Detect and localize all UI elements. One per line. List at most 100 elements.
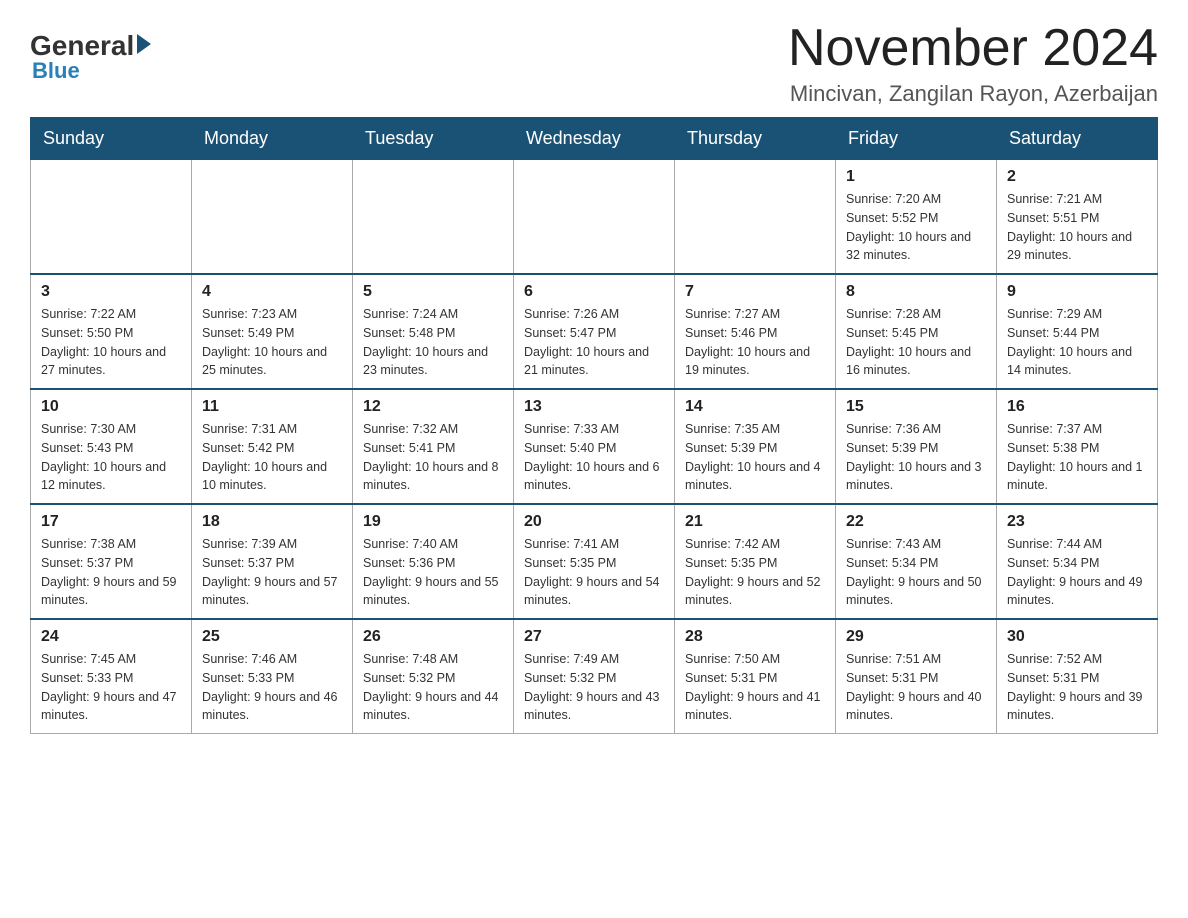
calendar-cell xyxy=(31,160,192,275)
day-info: Sunrise: 7:51 AMSunset: 5:31 PMDaylight:… xyxy=(846,650,986,725)
day-info: Sunrise: 7:38 AMSunset: 5:37 PMDaylight:… xyxy=(41,535,181,610)
col-sunday: Sunday xyxy=(31,118,192,160)
day-info: Sunrise: 7:29 AMSunset: 5:44 PMDaylight:… xyxy=(1007,305,1147,380)
calendar-cell: 16Sunrise: 7:37 AMSunset: 5:38 PMDayligh… xyxy=(997,389,1158,504)
day-number: 24 xyxy=(41,628,181,646)
logo-blue: Blue xyxy=(32,58,80,84)
month-title: November 2024 xyxy=(788,20,1158,77)
day-number: 20 xyxy=(524,513,664,531)
calendar-cell: 17 Sunrise: 7:38 AMSunset: 5:37 PMDayligh… xyxy=(31,504,192,619)
calendar-cell: 14 Sunrise: 7:35 AMSunset: 5:39 PMDayligh… xyxy=(675,389,836,504)
calendar-cell xyxy=(675,160,836,275)
day-info: Sunrise: 7:20 AMSunset: 5:52 PMDaylight:… xyxy=(846,190,986,265)
day-info: Sunrise: 7:36 AMSunset: 5:39 PMDaylight:… xyxy=(846,420,986,495)
day-number: 28 xyxy=(685,628,825,646)
day-number: 16 xyxy=(1007,398,1147,416)
calendar-cell: 21 Sunrise: 7:42 AMSunset: 5:35 PMDayligh… xyxy=(675,504,836,619)
day-info: Sunrise: 7:40 AMSunset: 5:36 PMDaylight:… xyxy=(363,535,503,610)
day-number: 23 xyxy=(1007,513,1147,531)
calendar-cell: 4 Sunrise: 7:23 AMSunset: 5:49 PMDaylight… xyxy=(192,274,353,389)
day-number: 13 xyxy=(524,398,664,416)
day-info: Sunrise: 7:26 AMSunset: 5:47 PMDaylight:… xyxy=(524,305,664,380)
day-info: Sunrise: 7:33 AMSunset: 5:40 PMDaylight:… xyxy=(524,420,664,495)
calendar-cell: 1 Sunrise: 7:20 AMSunset: 5:52 PMDaylight… xyxy=(836,160,997,275)
day-number: 6 xyxy=(524,283,664,301)
location-title: Mincivan, Zangilan Rayon, Azerbaijan xyxy=(788,81,1158,107)
col-friday: Friday xyxy=(836,118,997,160)
day-info: Sunrise: 7:46 AMSunset: 5:33 PMDaylight:… xyxy=(202,650,342,725)
day-number: 8 xyxy=(846,283,986,301)
calendar-cell: 28Sunrise: 7:50 AMSunset: 5:31 PMDayligh… xyxy=(675,619,836,734)
calendar-cell: 26 Sunrise: 7:48 AMSunset: 5:32 PMDayligh… xyxy=(353,619,514,734)
calendar-table: Sunday Monday Tuesday Wednesday Thursday… xyxy=(30,117,1158,734)
col-wednesday: Wednesday xyxy=(514,118,675,160)
calendar-cell: 20 Sunrise: 7:41 AMSunset: 5:35 PMDayligh… xyxy=(514,504,675,619)
calendar-cell xyxy=(514,160,675,275)
calendar-cell xyxy=(192,160,353,275)
day-number: 7 xyxy=(685,283,825,301)
day-number: 11 xyxy=(202,398,342,416)
calendar-week-row: 24 Sunrise: 7:45 AMSunset: 5:33 PMDayligh… xyxy=(31,619,1158,734)
day-number: 22 xyxy=(846,513,986,531)
day-info: Sunrise: 7:48 AMSunset: 5:32 PMDaylight:… xyxy=(363,650,503,725)
day-info: Sunrise: 7:31 AMSunset: 5:42 PMDaylight:… xyxy=(202,420,342,495)
calendar-cell: 9 Sunrise: 7:29 AMSunset: 5:44 PMDaylight… xyxy=(997,274,1158,389)
calendar-cell: 2Sunrise: 7:21 AMSunset: 5:51 PMDaylight… xyxy=(997,160,1158,275)
weekday-header-row: Sunday Monday Tuesday Wednesday Thursday… xyxy=(31,118,1158,160)
calendar-cell: 8 Sunrise: 7:28 AMSunset: 5:45 PMDaylight… xyxy=(836,274,997,389)
logo-arrow-icon xyxy=(137,34,151,54)
day-number: 9 xyxy=(1007,283,1147,301)
day-number: 21 xyxy=(685,513,825,531)
day-info: Sunrise: 7:42 AMSunset: 5:35 PMDaylight:… xyxy=(685,535,825,610)
day-info: Sunrise: 7:28 AMSunset: 5:45 PMDaylight:… xyxy=(846,305,986,380)
day-info: Sunrise: 7:32 AMSunset: 5:41 PMDaylight:… xyxy=(363,420,503,495)
calendar-cell: 11 Sunrise: 7:31 AMSunset: 5:42 PMDayligh… xyxy=(192,389,353,504)
day-info: Sunrise: 7:27 AMSunset: 5:46 PMDaylight:… xyxy=(685,305,825,380)
day-info: Sunrise: 7:43 AMSunset: 5:34 PMDaylight:… xyxy=(846,535,986,610)
day-info: Sunrise: 7:22 AMSunset: 5:50 PMDaylight:… xyxy=(41,305,181,380)
calendar-cell: 3Sunrise: 7:22 AMSunset: 5:50 PMDaylight… xyxy=(31,274,192,389)
logo: General Blue xyxy=(30,20,151,84)
day-number: 10 xyxy=(41,398,181,416)
col-tuesday: Tuesday xyxy=(353,118,514,160)
day-number: 14 xyxy=(685,398,825,416)
col-saturday: Saturday xyxy=(997,118,1158,160)
day-info: Sunrise: 7:39 AMSunset: 5:37 PMDaylight:… xyxy=(202,535,342,610)
day-info: Sunrise: 7:35 AMSunset: 5:39 PMDaylight:… xyxy=(685,420,825,495)
day-number: 1 xyxy=(846,168,986,186)
day-number: 19 xyxy=(363,513,503,531)
calendar-week-row: 3Sunrise: 7:22 AMSunset: 5:50 PMDaylight… xyxy=(31,274,1158,389)
day-info: Sunrise: 7:30 AMSunset: 5:43 PMDaylight:… xyxy=(41,420,181,495)
calendar-cell: 12Sunrise: 7:32 AMSunset: 5:41 PMDayligh… xyxy=(353,389,514,504)
day-number: 17 xyxy=(41,513,181,531)
calendar-cell: 18 Sunrise: 7:39 AMSunset: 5:37 PMDayligh… xyxy=(192,504,353,619)
day-number: 2 xyxy=(1007,168,1147,186)
calendar-cell: 13 Sunrise: 7:33 AMSunset: 5:40 PMDayligh… xyxy=(514,389,675,504)
calendar-cell: 27Sunrise: 7:49 AMSunset: 5:32 PMDayligh… xyxy=(514,619,675,734)
day-info: Sunrise: 7:44 AMSunset: 5:34 PMDaylight:… xyxy=(1007,535,1147,610)
calendar-cell: 30Sunrise: 7:52 AMSunset: 5:31 PMDayligh… xyxy=(997,619,1158,734)
col-thursday: Thursday xyxy=(675,118,836,160)
calendar-week-row: 10 Sunrise: 7:30 AMSunset: 5:43 PMDayligh… xyxy=(31,389,1158,504)
day-number: 5 xyxy=(363,283,503,301)
day-number: 18 xyxy=(202,513,342,531)
calendar-cell: 19 Sunrise: 7:40 AMSunset: 5:36 PMDayligh… xyxy=(353,504,514,619)
day-info: Sunrise: 7:41 AMSunset: 5:35 PMDaylight:… xyxy=(524,535,664,610)
calendar-cell: 6 Sunrise: 7:26 AMSunset: 5:47 PMDaylight… xyxy=(514,274,675,389)
calendar-cell: 29 Sunrise: 7:51 AMSunset: 5:31 PMDayligh… xyxy=(836,619,997,734)
day-number: 15 xyxy=(846,398,986,416)
calendar-cell: 15 Sunrise: 7:36 AMSunset: 5:39 PMDayligh… xyxy=(836,389,997,504)
calendar-cell: 5 Sunrise: 7:24 AMSunset: 5:48 PMDaylight… xyxy=(353,274,514,389)
day-number: 26 xyxy=(363,628,503,646)
day-info: Sunrise: 7:52 AMSunset: 5:31 PMDaylight:… xyxy=(1007,650,1147,725)
calendar-cell: 22 Sunrise: 7:43 AMSunset: 5:34 PMDayligh… xyxy=(836,504,997,619)
day-info: Sunrise: 7:24 AMSunset: 5:48 PMDaylight:… xyxy=(363,305,503,380)
calendar-cell: 10 Sunrise: 7:30 AMSunset: 5:43 PMDayligh… xyxy=(31,389,192,504)
day-info: Sunrise: 7:49 AMSunset: 5:32 PMDaylight:… xyxy=(524,650,664,725)
calendar-cell xyxy=(353,160,514,275)
day-number: 29 xyxy=(846,628,986,646)
calendar-cell: 23 Sunrise: 7:44 AMSunset: 5:34 PMDayligh… xyxy=(997,504,1158,619)
day-info: Sunrise: 7:23 AMSunset: 5:49 PMDaylight:… xyxy=(202,305,342,380)
day-info: Sunrise: 7:45 AMSunset: 5:33 PMDaylight:… xyxy=(41,650,181,725)
day-number: 4 xyxy=(202,283,342,301)
